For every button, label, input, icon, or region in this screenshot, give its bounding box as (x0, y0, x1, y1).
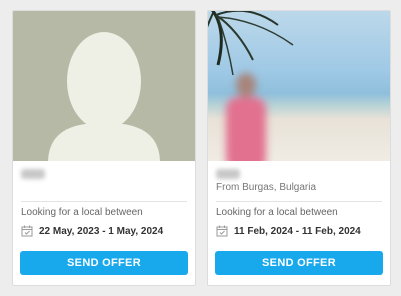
date-range: 22 May, 2023 - 1 May, 2024 (39, 225, 164, 237)
profile-photo[interactable] (208, 11, 390, 161)
date-range-row: 11 Feb, 2024 - 11 Feb, 2024 (216, 224, 361, 238)
blurred-name (216, 169, 240, 179)
divider (216, 201, 382, 202)
traveler-card[interactable]: Looking for a local between 22 May, 2023… (12, 10, 196, 286)
date-range: 11 Feb, 2024 - 11 Feb, 2024 (234, 225, 361, 237)
blurred-name (21, 169, 45, 179)
send-offer-button[interactable]: SEND OFFER (20, 251, 188, 275)
blurred-person (226, 73, 266, 161)
date-range-row: 22 May, 2023 - 1 May, 2024 (21, 224, 163, 238)
send-offer-button[interactable]: SEND OFFER (215, 251, 383, 275)
default-avatar-icon (48, 32, 160, 161)
looking-label: Looking for a local between (216, 207, 338, 218)
location-text: From Burgas, Bulgaria (216, 182, 317, 193)
profile-photo[interactable] (13, 11, 195, 161)
divider (21, 201, 187, 202)
traveler-card[interactable]: From Burgas, Bulgaria Looking for a loca… (207, 10, 391, 286)
calendar-icon (21, 225, 33, 237)
looking-label: Looking for a local between (21, 207, 143, 218)
calendar-icon (216, 225, 228, 237)
